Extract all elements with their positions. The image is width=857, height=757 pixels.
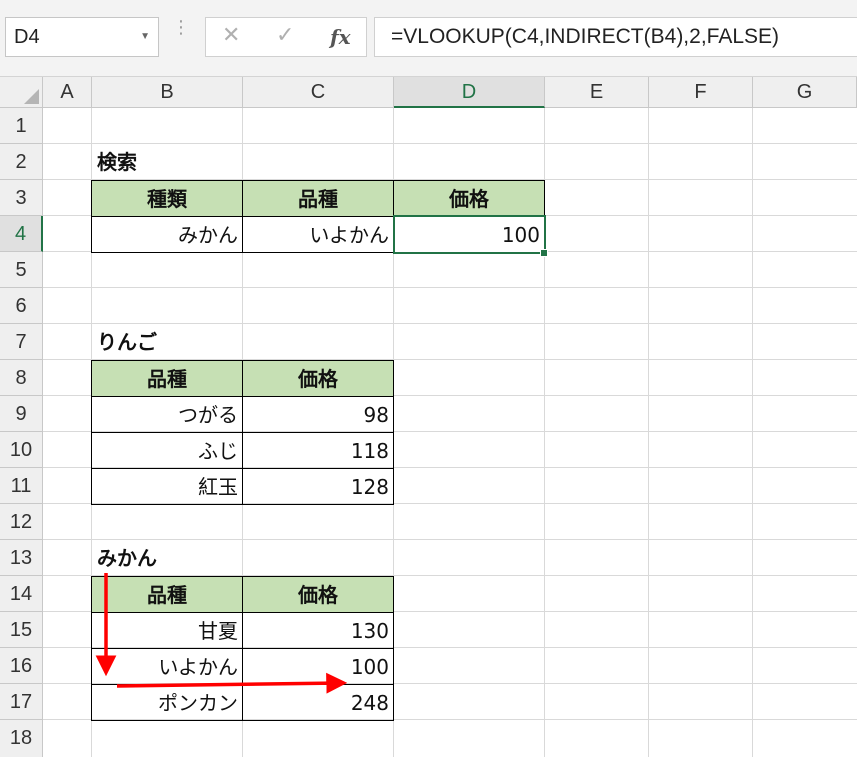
formula-bar: D4 ▼ ⋮ ✕ ✓ fx =VLOOKUP(C4,INDIRECT(B4),2…	[0, 0, 857, 77]
worksheet-grid: A B C D E F G 1 2 3 4 5 6 7 8 9 10 11 12…	[0, 77, 857, 757]
enter-icon[interactable]: ✓	[276, 23, 294, 48]
horizontal-arrow	[116, 672, 348, 694]
lookup-arrows	[95, 573, 348, 694]
formula-buttons: ✕ ✓ fx	[205, 17, 367, 57]
formula-bar-grip-icon[interactable]: ⋮	[172, 19, 190, 37]
name-box-dropdown-icon[interactable]: ▼	[140, 18, 150, 56]
formula-input[interactable]: =VLOOKUP(C4,INDIRECT(B4),2,FALSE)	[374, 17, 857, 57]
name-box-value: D4	[14, 26, 40, 48]
name-box[interactable]: D4 ▼	[5, 17, 159, 57]
insert-function-icon[interactable]: fx	[330, 25, 351, 49]
cancel-icon[interactable]: ✕	[222, 23, 240, 48]
